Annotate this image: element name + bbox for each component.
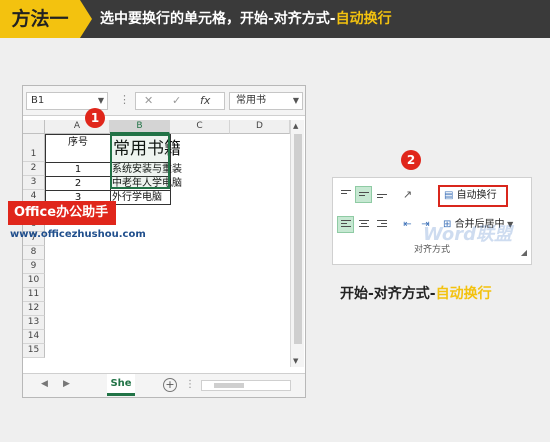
name-box-value: B1	[31, 95, 45, 106]
header-text-prefix: 选中要换行的单元格，开始-对齐方式-	[100, 11, 336, 27]
wrap-text-label: 自动换行	[456, 190, 497, 201]
row-header[interactable]: 1	[23, 134, 45, 162]
wrap-text-icon: ▤	[444, 190, 457, 201]
brand-url: www.officezhushou.com	[10, 229, 146, 240]
cell-b4[interactable]: 外行学电脑	[110, 190, 171, 205]
caption-prefix: 开始-对齐方式-	[340, 286, 436, 302]
orientation-icon[interactable]: ↗	[399, 186, 416, 203]
column-header-d[interactable]: D	[230, 120, 290, 134]
row-header[interactable]: 10	[23, 274, 45, 288]
formula-input[interactable]: 常用书 ▼	[229, 92, 303, 110]
cell-b1[interactable]: 常用书籍	[110, 134, 181, 163]
cell-b3[interactable]: 中老年人学电脑	[110, 176, 182, 191]
row-header[interactable]: 2	[23, 162, 45, 176]
horizontal-scrollbar[interactable]	[201, 380, 291, 391]
row-header[interactable]: 9	[23, 260, 45, 274]
wrap-text-button[interactable]: ▤ 自动换行	[438, 185, 508, 207]
header-text-highlight: 自动换行	[335, 11, 392, 27]
scroll-down-icon[interactable]: ▼	[293, 357, 298, 365]
confirm-icon[interactable]: ✓	[172, 94, 181, 107]
row-header[interactable]: 8	[23, 246, 45, 260]
formula-bar: B1 ▼ ⋮ ✕ ✓ fx 常用书 ▼	[23, 86, 305, 116]
sheet-tab[interactable]: She	[107, 374, 135, 396]
caption: 开始-对齐方式-自动换行	[340, 283, 492, 303]
cell-a1[interactable]: 序号	[45, 134, 111, 163]
chevron-down-icon[interactable]: ▼	[293, 93, 299, 109]
more-options-icon[interactable]: ⋮	[119, 93, 130, 106]
cell-b2[interactable]: 系统安装与重装	[110, 162, 182, 177]
cancel-icon[interactable]: ✕	[144, 94, 153, 107]
method-tag: 方法一	[0, 0, 92, 38]
h-scroll-thumb[interactable]	[214, 383, 244, 388]
step-marker-2: 2	[401, 150, 421, 170]
brand-logo: Office办公助手	[8, 201, 117, 225]
column-header-b[interactable]: B	[110, 120, 170, 134]
vertical-scrollbar[interactable]: ▲ ▼	[290, 120, 304, 367]
ribbon-alignment-group: ↗ ⇤ ⇥ ▤ 自动换行 ⊞ 合并后居中 ▼ Word联盟 对齐方式 ◢	[332, 177, 532, 265]
row-header[interactable]: 14	[23, 330, 45, 344]
decrease-indent-icon[interactable]: ⇤	[399, 216, 416, 233]
row-header[interactable]: 11	[23, 288, 45, 302]
chevron-down-icon[interactable]: ▼	[98, 93, 104, 109]
fx-icon[interactable]: fx	[200, 94, 210, 107]
scroll-up-icon[interactable]: ▲	[293, 122, 298, 130]
row-header[interactable]: 3	[23, 176, 45, 190]
header-banner: 方法一 选中要换行的单元格，开始-对齐方式-自动换行	[0, 0, 550, 38]
cell-a3[interactable]: 2	[45, 176, 111, 191]
align-center-icon[interactable]	[355, 216, 372, 233]
column-header-c[interactable]: C	[170, 120, 230, 134]
select-all-corner[interactable]	[23, 120, 45, 134]
formula-value: 常用书	[236, 95, 266, 106]
align-left-icon[interactable]	[337, 216, 354, 233]
bottom-align-icon[interactable]	[373, 186, 390, 203]
add-sheet-icon[interactable]: +	[163, 378, 177, 392]
row-header[interactable]: 13	[23, 316, 45, 330]
align-right-icon[interactable]	[373, 216, 390, 233]
step-marker-1: 1	[85, 108, 105, 128]
middle-align-icon[interactable]	[355, 186, 372, 203]
group-label: 对齐方式	[413, 245, 450, 255]
row-header[interactable]: 15	[23, 344, 45, 358]
next-sheet-icon[interactable]: ▶	[63, 379, 70, 389]
row-header[interactable]: 12	[23, 302, 45, 316]
cell-a2[interactable]: 1	[45, 162, 111, 177]
header-instruction: 选中要换行的单元格，开始-对齐方式-自动换行	[100, 0, 392, 38]
scroll-thumb[interactable]	[294, 134, 302, 344]
caption-highlight: 自动换行	[435, 286, 492, 302]
prev-sheet-icon[interactable]: ◀	[41, 379, 48, 389]
excel-window: B1▼ ⋮ ✕ ✓ fx 常用书▼ A B C D 1 2 3 4 5 6 7 …	[22, 85, 306, 398]
formula-buttons: ✕ ✓ fx	[135, 92, 225, 110]
dialog-launcher-icon[interactable]: ◢	[521, 248, 527, 257]
sheet-tab-bar: ◀ ▶ She + ⋮	[23, 373, 305, 397]
more-options-icon[interactable]: ⋮	[185, 379, 195, 390]
top-align-icon[interactable]	[337, 186, 354, 203]
